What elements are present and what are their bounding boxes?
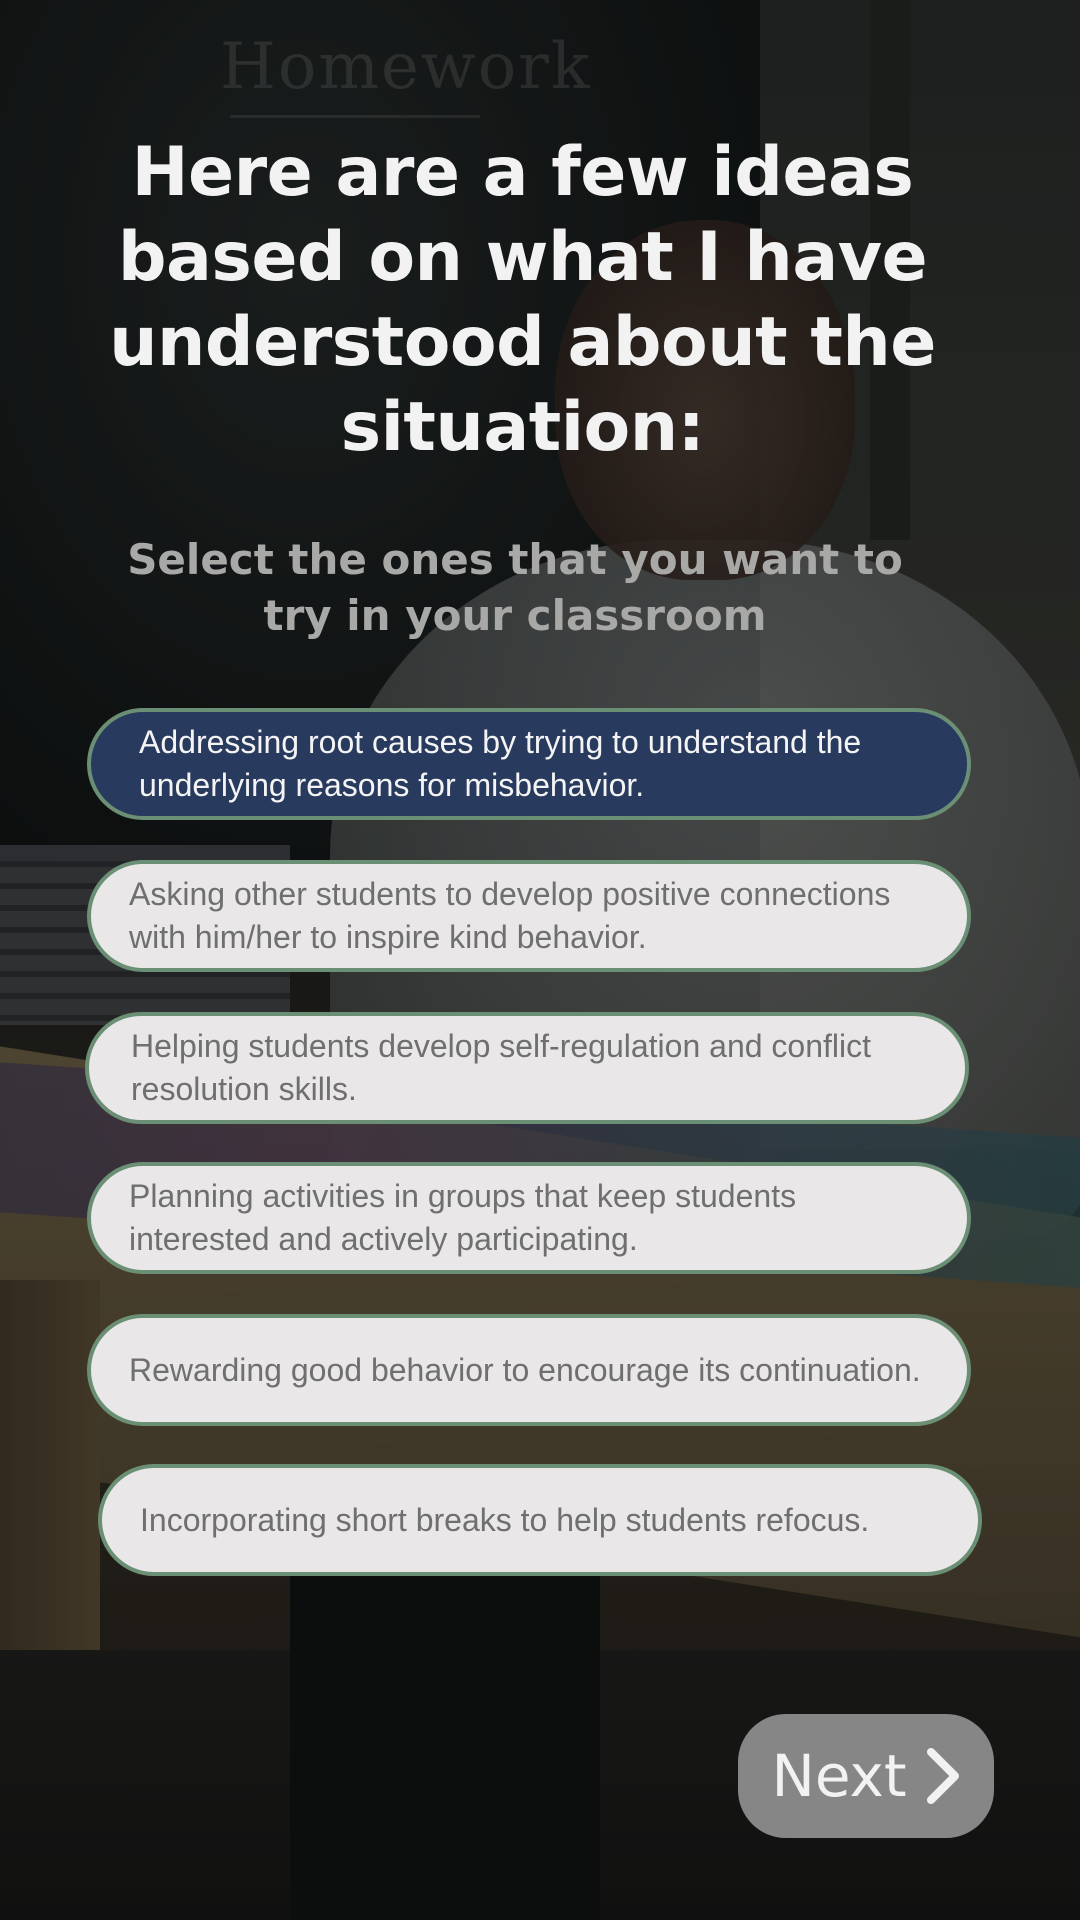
option-short-breaks[interactable]: Incorporating short breaks to help stude… xyxy=(98,1464,982,1576)
option-label: Addressing root causes by trying to unde… xyxy=(139,724,862,803)
option-label: Planning activities in groups that keep … xyxy=(129,1178,797,1257)
chevron-right-icon xyxy=(925,1746,961,1806)
option-positive-connections[interactable]: Asking other students to develop positiv… xyxy=(87,860,971,972)
option-rewarding-behavior[interactable]: Rewarding good behavior to encourage its… xyxy=(87,1314,971,1426)
option-label: Helping students develop self-regulation… xyxy=(131,1028,872,1107)
screen: Homework Here are a few ideas based on w… xyxy=(0,0,1080,1920)
option-group-activities[interactable]: Planning activities in groups that keep … xyxy=(87,1162,971,1274)
option-root-causes[interactable]: Addressing root causes by trying to unde… xyxy=(87,708,971,820)
next-button-label: Next xyxy=(771,1742,907,1810)
option-label: Incorporating short breaks to help stude… xyxy=(140,1501,870,1538)
page-title: Here are a few ideas based on what I hav… xyxy=(109,133,936,467)
option-self-regulation[interactable]: Helping students develop self-regulation… xyxy=(85,1012,969,1124)
option-label: Rewarding good behavior to encourage its… xyxy=(129,1351,921,1388)
option-label: Asking other students to develop positiv… xyxy=(129,876,891,955)
next-button[interactable]: Next xyxy=(738,1714,994,1838)
instruction-text: Select the ones that you want to try in … xyxy=(127,535,903,640)
